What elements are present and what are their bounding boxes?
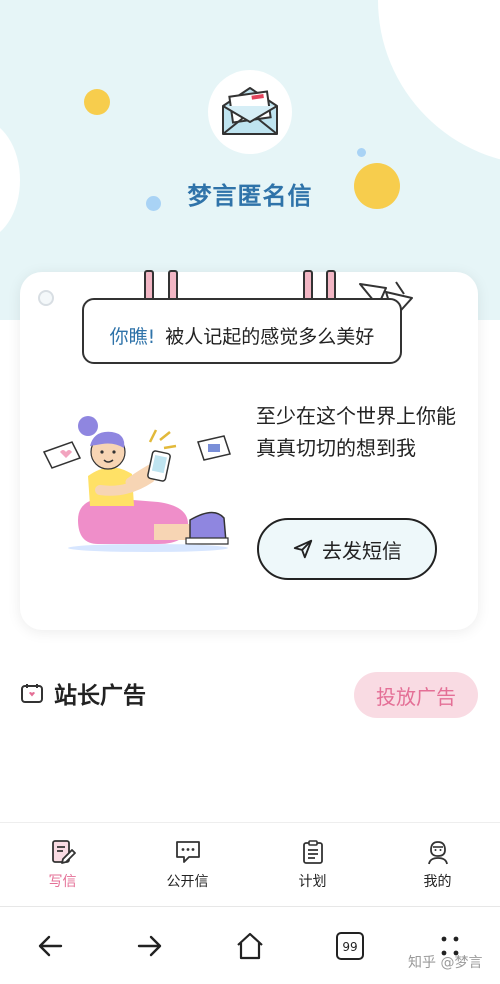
home-icon (237, 932, 263, 959)
home-button[interactable] (220, 916, 280, 976)
tabs-icon: 99 (336, 931, 364, 960)
app-title: 梦言匿名信 (187, 182, 313, 210)
sign-text: 被人记起的感觉多么美好 (165, 325, 375, 348)
ads-title: 站长广告 (54, 683, 146, 709)
tab-mine[interactable]: 我的 (375, 823, 500, 907)
tab-open-letters[interactable]: 公开信 (125, 823, 250, 907)
main-card: 你瞧! 被人记起的感觉多么美好 至少在这个世界上你能真真切切的想到我 去发短信 (20, 270, 478, 630)
tab-label: 公开信 (166, 874, 209, 890)
decor-dot (357, 148, 366, 157)
person-icon (427, 841, 448, 865)
back-button[interactable] (20, 916, 80, 976)
thumb-bubble-icon (197, 435, 231, 461)
tabs-button[interactable]: 99 (320, 916, 380, 976)
forward-button[interactable] (120, 916, 180, 976)
tab-plan[interactable]: 计划 (250, 823, 375, 907)
clipboard-icon (302, 840, 323, 864)
browser-nav-bar: 99 (0, 906, 500, 984)
tab-label: 写信 (48, 874, 77, 890)
heart-bubble-icon (42, 441, 82, 469)
tabs-count: 99 (342, 940, 357, 954)
bottom-tab-bar: 写信 公开信 计划 我的 (0, 822, 500, 907)
send-message-label: 去发短信 (322, 538, 402, 563)
card-slogan: 至少在这个世界上你能真真切切的想到我 (256, 404, 456, 460)
write-letter-icon (51, 840, 76, 864)
app-logo (208, 70, 292, 154)
decor-blob (378, 0, 500, 165)
decor-dot (84, 89, 110, 115)
headline-sign: 你瞧! 被人记起的感觉多么美好 (82, 298, 402, 364)
calendar-heart-icon (21, 684, 43, 703)
paper-plane-icon (293, 539, 313, 559)
tab-label: 我的 (423, 874, 452, 890)
sign-highlight: 你瞧! (109, 325, 156, 348)
tab-write-letter[interactable]: 写信 (0, 823, 125, 907)
tab-label: 计划 (298, 874, 327, 890)
ads-section-header: 站长广告 (20, 676, 146, 710)
forward-arrow-icon (137, 935, 162, 956)
card-hole-decor (38, 290, 54, 306)
girl-with-phone-illustration (42, 416, 231, 552)
watermark: 知乎 @梦言 (408, 955, 483, 971)
send-message-button[interactable]: 去发短信 (257, 518, 437, 580)
envelope-icon (222, 87, 278, 135)
back-arrow-icon (38, 935, 63, 956)
place-ad-button[interactable]: 投放广告 (354, 672, 478, 718)
chat-bubble-icon (175, 841, 200, 863)
